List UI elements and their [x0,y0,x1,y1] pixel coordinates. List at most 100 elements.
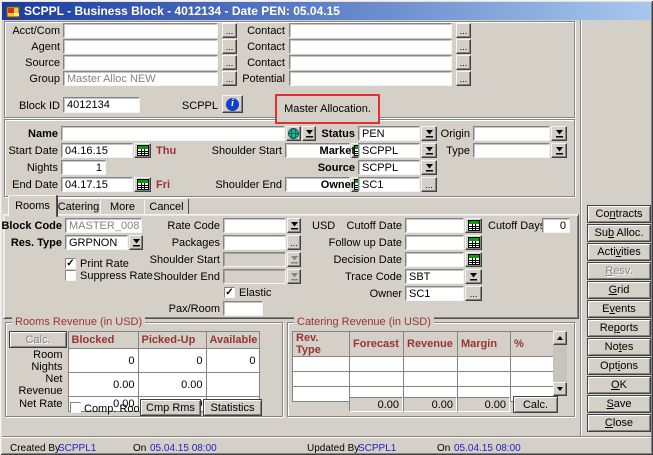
cmp-rms-button[interactable]: Cmp Rms [140,399,201,416]
room-nights-blocked[interactable]: 0 [68,349,138,373]
save-button[interactable]: Save [587,395,651,413]
elastic-checkbox[interactable]: ✓ [224,287,235,298]
catering-scrollbar[interactable] [553,331,567,396]
close-button[interactable]: Close [587,414,651,432]
contact3-lookup-button[interactable]: ... [456,55,471,70]
info-icon: i [226,98,239,111]
decision-date-field[interactable] [405,252,464,267]
contact3-field[interactable] [289,55,452,70]
cell[interactable] [404,372,458,387]
grid-button[interactable]: Grid [587,281,651,299]
room-nights-picked-up[interactable]: 0 [138,349,206,373]
start-date-field[interactable]: 04.16.15 [61,143,133,158]
ellipsis-icon: ... [460,44,468,50]
source-field[interactable] [63,55,218,70]
room-nights-available[interactable]: 0 [206,349,259,373]
rate-code-field[interactable] [223,218,286,233]
trace-code-lov-button[interactable] [465,269,482,284]
cell[interactable] [511,357,554,372]
trace-code-field[interactable]: SBT [405,269,464,284]
tab-rooms[interactable]: Rooms [8,195,57,217]
contact2-lookup-button[interactable]: ... [456,39,471,54]
nights-field[interactable]: 1 [61,160,106,175]
block-id-field[interactable]: 4012134 [63,97,140,113]
decision-date-calendar-button[interactable] [465,252,482,267]
ok-button[interactable]: OK [587,376,651,394]
tab-owner-lookup-button[interactable]: ... [465,286,482,301]
catering-revenue-table: Rev. Type Forecast Revenue Margin % [292,331,554,402]
net-revenue-picked-up[interactable]: 0.00 [138,373,206,397]
title-bar[interactable]: SCPPL - Business Block - 4012134 - Date … [2,2,651,20]
owner-field[interactable]: SC1 [358,177,420,192]
name-globe-button[interactable] [286,126,301,141]
scroll-up-button[interactable] [553,331,567,345]
name-field[interactable] [61,126,285,141]
packages-lookup-button[interactable]: ... [287,235,301,250]
cell[interactable] [511,372,554,387]
label-part: tracts [616,208,643,220]
cell[interactable] [293,357,350,372]
tab-owner-field[interactable]: SC1 [405,286,464,301]
type-lov-button[interactable] [551,143,567,158]
pax-room-field[interactable] [223,301,263,316]
trace-code-label: Trace Code [322,271,402,283]
packages-field[interactable] [223,235,286,250]
group-field[interactable]: Master Alloc NEW [63,71,218,86]
cell[interactable] [293,372,350,387]
rate-code-lov-button[interactable] [287,218,301,233]
catering-empty-row [293,357,554,372]
contact1-field[interactable] [289,23,452,38]
market-field[interactable]: SCPPL [358,143,420,158]
reports-button[interactable]: Reports [587,319,651,337]
contact1-lookup-button[interactable]: ... [456,23,471,38]
activities-button[interactable]: Activities [587,243,651,261]
cell[interactable] [404,357,458,372]
notes-button[interactable]: Notes [587,338,651,356]
block-code-field[interactable]: MASTER_008 [65,218,142,233]
comp-rooms-checkbox[interactable] [70,402,81,413]
start-date-calendar-button[interactable] [134,143,151,158]
print-rate-checkbox[interactable]: ✓ [65,258,76,269]
scroll-down-button[interactable] [553,382,567,396]
source-lov-button[interactable] [421,160,437,175]
agent-field[interactable] [63,39,218,54]
cell[interactable] [350,372,404,387]
end-date-field[interactable]: 04.17.15 [61,177,133,192]
total-revenue: 0.00 [403,397,457,412]
owner-lookup-button[interactable]: ... [421,177,437,192]
updated-by-value: SCPPL1 [358,443,418,454]
cell[interactable] [458,372,511,387]
statistics-button[interactable]: Statistics [203,399,262,416]
cutoff-date-field[interactable] [405,218,464,233]
mnemonic: G [609,284,618,296]
options-button[interactable]: Options [587,357,651,375]
potential-lookup-button[interactable]: ... [456,71,471,86]
res-type-field[interactable]: GRPNON [65,235,128,250]
events-button[interactable]: Events [587,300,651,318]
follow-up-date-field[interactable] [405,235,464,250]
status-field[interactable]: PEN [358,126,420,141]
suppress-rate-checkbox[interactable] [65,270,76,281]
origin-lov-button[interactable] [551,126,567,141]
cutoff-days-field[interactable]: 0 [542,218,570,233]
type-field[interactable] [473,143,550,158]
source-code-field[interactable]: SCPPL [358,160,420,175]
name-lov-button[interactable] [302,126,316,141]
follow-up-date-calendar-button[interactable] [465,235,482,250]
cutoff-date-calendar-button[interactable] [465,218,482,233]
info-button[interactable]: i [222,95,243,113]
contracts-button[interactable]: Contracts [587,205,651,223]
potential-field[interactable] [289,71,452,86]
net-revenue-available[interactable] [206,373,259,397]
contact2-field[interactable] [289,39,452,54]
cell[interactable] [293,387,350,402]
origin-field[interactable] [473,126,550,141]
cell[interactable] [458,357,511,372]
net-revenue-blocked[interactable]: 0.00 [68,373,138,397]
acct-com-field[interactable] [63,23,218,38]
catering-calc-button[interactable]: Calc. [513,396,558,413]
end-date-calendar-button[interactable] [134,177,151,192]
name-label: Name [0,128,58,140]
cell[interactable] [350,357,404,372]
sub-alloc-button[interactable]: Sub Alloc. [587,224,651,242]
